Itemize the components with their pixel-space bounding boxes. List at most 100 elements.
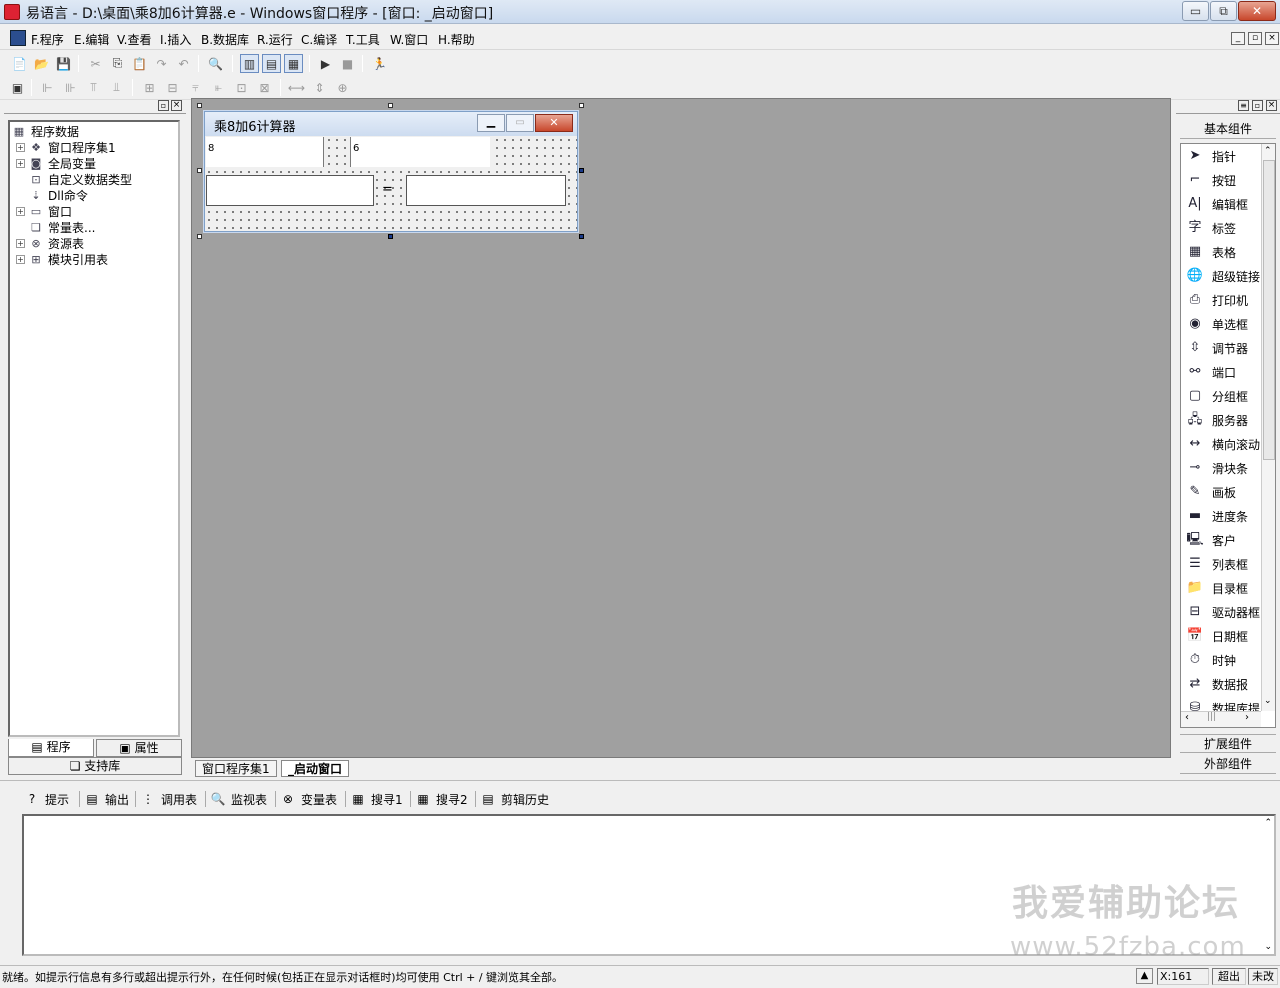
- vertical-scrollbar[interactable]: ⌃ ⌄: [1261, 144, 1275, 711]
- resize-handle[interactable]: [388, 103, 393, 108]
- component-19[interactable]: ⊟ 驱动器框: [1185, 600, 1260, 624]
- save-icon[interactable]: 💾: [54, 54, 73, 73]
- expand-icon[interactable]: +: [16, 142, 25, 152]
- stretch-both-icon[interactable]: ⊕: [333, 78, 352, 97]
- resize-handle[interactable]: [197, 234, 202, 239]
- undo-icon[interactable]: ↶: [174, 54, 193, 73]
- menu-help[interactable]: H.帮助: [438, 31, 475, 48]
- find-icon[interactable]: 🔍: [206, 54, 225, 73]
- panel-pin-icon[interactable]: ▫: [1252, 100, 1263, 111]
- component-8[interactable]: ⇳ 调节器: [1185, 336, 1248, 360]
- run-icon[interactable]: ▶: [316, 54, 335, 73]
- panel-close-icon[interactable]: ×: [171, 100, 182, 111]
- panel-close-icon[interactable]: ×: [1266, 100, 1277, 111]
- component-0[interactable]: ➤ 指针: [1185, 144, 1236, 168]
- component-10[interactable]: ▢ 分组框: [1185, 384, 1248, 408]
- output-tab-4[interactable]: ⊗ 变量表: [275, 789, 337, 809]
- tab-window-assembly[interactable]: 窗口程序集1: [195, 760, 277, 777]
- tab-startup-window[interactable]: _启动窗口: [281, 760, 350, 777]
- expand-icon[interactable]: +: [16, 206, 25, 216]
- menu-run[interactable]: R.运行: [257, 31, 293, 48]
- stop-icon[interactable]: ■: [338, 54, 357, 73]
- menu-window[interactable]: W.窗口: [390, 31, 428, 48]
- edit-box-6[interactable]: 6: [350, 137, 490, 167]
- open-file-icon[interactable]: 📂: [32, 54, 51, 73]
- new-file-icon[interactable]: 📄: [10, 54, 29, 73]
- layout-right-icon[interactable]: ▦: [284, 54, 303, 73]
- center-horizontal-icon[interactable]: ⊞: [140, 78, 159, 97]
- tree-item-global-vars[interactable]: + ◙ 全局变量: [16, 155, 96, 171]
- close-button[interactable]: ✕: [1238, 1, 1276, 21]
- tree-item-module-refs[interactable]: + ⊞ 模块引用表: [16, 251, 108, 267]
- mdi-minimize-button[interactable]: _: [1231, 32, 1245, 45]
- paste-icon[interactable]: 📋: [130, 54, 149, 73]
- resize-handle[interactable]: [388, 234, 393, 239]
- component-14[interactable]: ✎ 画板: [1185, 480, 1236, 504]
- redo-icon[interactable]: ↷: [152, 54, 171, 73]
- input-box[interactable]: [206, 175, 374, 206]
- tree-root[interactable]: ▦ 程序数据: [12, 123, 79, 139]
- component-6[interactable]: ⎙ 打印机: [1185, 288, 1248, 312]
- basic-components-header[interactable]: 基本组件: [1180, 119, 1276, 139]
- stretch-horizontal-icon[interactable]: ⟷: [287, 78, 306, 97]
- maximize-button[interactable]: ⧉: [1210, 1, 1237, 21]
- stretch-vertical-icon[interactable]: ⇕: [310, 78, 329, 97]
- component-5[interactable]: 🌐 超级链接: [1185, 264, 1260, 288]
- tree-item-resources[interactable]: + ⊗ 资源表: [16, 235, 84, 251]
- scroll-right-icon[interactable]: ›: [1245, 712, 1249, 723]
- form-icon[interactable]: ▣: [8, 78, 27, 97]
- output-text-area[interactable]: ⌃ ⌄ 我爱辅助论坛 www.52fzba.com: [22, 814, 1276, 962]
- output-tab-3[interactable]: 🔍 监视表: [205, 789, 267, 809]
- scroll-up-icon[interactable]: ⌃: [1264, 146, 1272, 156]
- component-1[interactable]: ⌐ 按钮: [1185, 168, 1236, 192]
- center-vertical-icon[interactable]: ⊟: [163, 78, 182, 97]
- output-tab-0[interactable]: ? 提示: [24, 789, 69, 809]
- status-up-icon[interactable]: ▲: [1136, 968, 1153, 984]
- menu-edit[interactable]: E.编辑: [74, 31, 109, 48]
- cut-icon[interactable]: ✂: [86, 54, 105, 73]
- scroll-up-icon[interactable]: ⌃: [1264, 818, 1272, 828]
- align-center-icon[interactable]: ⊪: [61, 78, 80, 97]
- panel-menu-icon[interactable]: ≡: [1238, 100, 1249, 111]
- copy-icon[interactable]: ⎘: [108, 54, 127, 73]
- form-window[interactable]: 乘8加6计算器 ▁ ▭ ✕ 8 6 =: [204, 111, 578, 232]
- menu-compile[interactable]: C.编译: [301, 31, 337, 48]
- component-11[interactable]: 🖧 服务器: [1185, 408, 1248, 432]
- tree-item-windows[interactable]: + ▭ 窗口: [16, 203, 72, 219]
- output-tab-1[interactable]: ▤ 输出: [79, 789, 129, 809]
- scroll-left-icon[interactable]: ‹: [1185, 712, 1189, 723]
- same-height-icon[interactable]: ⊠: [255, 78, 274, 97]
- panel-pin-icon[interactable]: ▫: [158, 100, 169, 111]
- menu-insert[interactable]: I.插入: [160, 31, 191, 48]
- scroll-down-icon[interactable]: ⌄: [1264, 696, 1272, 706]
- component-18[interactable]: 📁 目录框: [1185, 576, 1248, 600]
- tree-item-constants[interactable]: ❏ 常量表...: [29, 219, 95, 235]
- component-16[interactable]: 🖳 客户: [1185, 528, 1236, 552]
- expand-icon[interactable]: +: [16, 238, 25, 248]
- align-bottom-icon[interactable]: ⫫: [107, 78, 126, 97]
- edit-box-8[interactable]: 8: [206, 137, 324, 167]
- expand-icon[interactable]: +: [16, 158, 25, 168]
- component-17[interactable]: ☰ 列表框: [1185, 552, 1248, 576]
- external-components-tab[interactable]: 外部组件: [1180, 755, 1276, 774]
- mdi-close-button[interactable]: ×: [1265, 32, 1279, 45]
- minimize-button[interactable]: ▭: [1182, 1, 1209, 21]
- scrollbar-thumb[interactable]: [1263, 160, 1275, 460]
- compile-run-icon[interactable]: 🏃: [370, 54, 389, 73]
- expand-icon[interactable]: +: [16, 254, 25, 264]
- component-21[interactable]: ⏱ 时钟: [1185, 648, 1236, 672]
- tree-item-window-assembly[interactable]: + ❖ 窗口程序集1: [16, 139, 116, 155]
- horizontal-scrollbar[interactable]: ‹ ||| ›: [1181, 711, 1261, 727]
- same-width-icon[interactable]: ⊡: [232, 78, 251, 97]
- output-tab-2[interactable]: ⋮ 调用表: [135, 789, 197, 809]
- component-22[interactable]: ⇄ 数据报: [1185, 672, 1248, 696]
- component-13[interactable]: ⊸ 滑块条: [1185, 456, 1248, 480]
- resize-handle[interactable]: [579, 103, 584, 108]
- tab-program[interactable]: ▤ 程序: [8, 739, 94, 757]
- scroll-down-icon[interactable]: ⌄: [1264, 942, 1272, 952]
- component-4[interactable]: ▦ 表格: [1185, 240, 1236, 264]
- resize-handle[interactable]: [197, 103, 202, 108]
- output-tab-6[interactable]: ▦ 搜寻2: [410, 789, 468, 809]
- output-tab-7[interactable]: ▤ 剪辑历史: [475, 789, 549, 809]
- align-top-icon[interactable]: ⫪: [84, 78, 103, 97]
